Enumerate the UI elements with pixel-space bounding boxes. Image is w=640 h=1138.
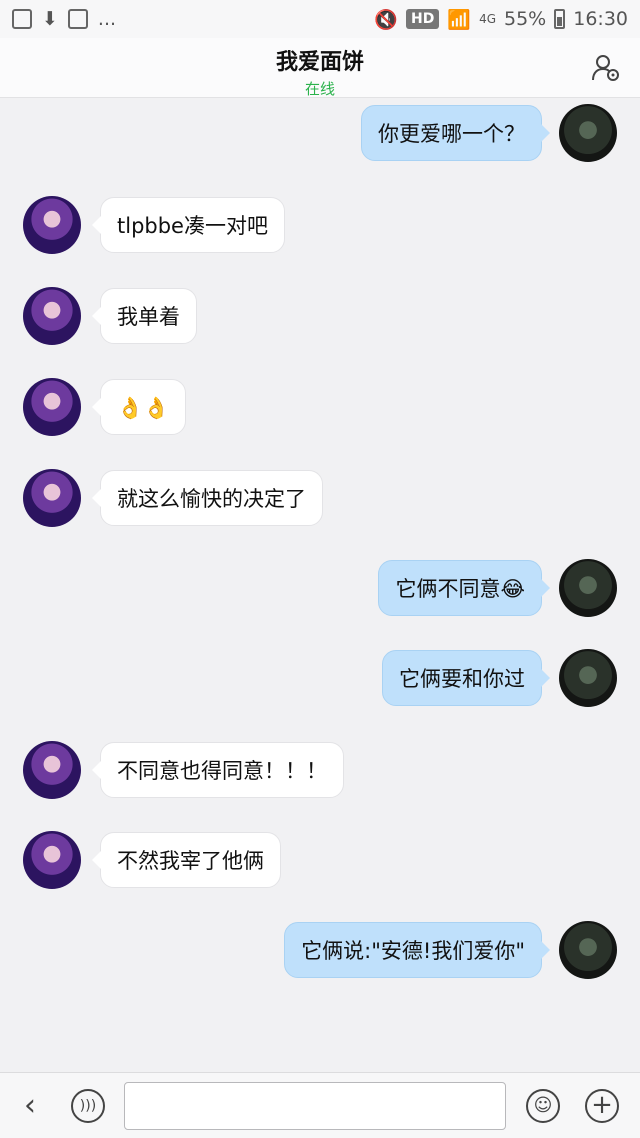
network-type: 4G: [479, 12, 496, 26]
input-bar: ‹ ))) ☺ +: [0, 1072, 640, 1138]
message-row: 不同意也得同意！！！: [0, 741, 640, 799]
download-notification-icon: ⬇: [42, 8, 58, 30]
wifi-icon: 📶: [447, 8, 472, 31]
emoji-icon[interactable]: ☺: [526, 1089, 560, 1123]
my-avatar[interactable]: [559, 104, 617, 162]
incoming-message-bubble[interactable]: 👌👌: [91, 379, 187, 435]
outgoing-message-bubble[interactable]: 它俩不同意😂: [378, 560, 550, 616]
incoming-message-bubble[interactable]: 不然我宰了他俩: [92, 832, 281, 888]
message-row: 它俩不同意😂: [0, 559, 640, 617]
contact-profile-icon[interactable]: [590, 52, 622, 84]
message-row: 它俩要和你过: [0, 649, 640, 707]
message-row: 它俩说:"安德!我们爱你": [0, 921, 640, 979]
battery-icon: [554, 9, 566, 29]
contact-avatar[interactable]: [23, 196, 81, 254]
incoming-message-bubble[interactable]: tlpbbe凑一对吧: [92, 197, 285, 253]
mute-icon: 🔇: [374, 8, 399, 31]
incoming-message-bubble[interactable]: 不同意也得同意！！！: [92, 742, 344, 798]
contact-name: 我爱面饼: [275, 50, 364, 75]
message-row: 我单着: [0, 287, 640, 345]
chat-header: 我爱面饼 在线: [0, 38, 640, 98]
incoming-message-bubble[interactable]: 我单着: [92, 288, 197, 344]
hd-badge: HD: [406, 9, 440, 29]
message-row: 不然我宰了他俩: [0, 831, 640, 889]
back-icon[interactable]: ‹: [24, 1091, 52, 1121]
app-notification-icon: [67, 9, 88, 29]
contact-avatar[interactable]: [23, 741, 81, 799]
contact-avatar[interactable]: [23, 469, 81, 527]
contact-avatar[interactable]: [23, 287, 81, 345]
outgoing-message-bubble[interactable]: 它俩说:"安德!我们爱你": [284, 922, 550, 978]
message-input[interactable]: [124, 1082, 506, 1130]
contact-avatar[interactable]: [23, 831, 81, 889]
outgoing-message-bubble[interactable]: 它俩要和你过: [382, 650, 550, 706]
my-avatar[interactable]: [559, 559, 617, 617]
my-avatar[interactable]: [559, 649, 617, 707]
outgoing-message-bubble[interactable]: 你更爱哪一个？: [361, 105, 550, 161]
message-row: 你更爱哪一个？: [0, 104, 640, 162]
battery-percent: 55%: [504, 8, 547, 30]
clock: 16:30: [573, 8, 628, 30]
contact-avatar[interactable]: [23, 378, 81, 436]
incoming-message-bubble[interactable]: 就这么愉快的决定了: [92, 470, 323, 526]
message-row: 👌👌: [0, 378, 640, 436]
gallery-notification-icon: [12, 9, 32, 29]
message-row: 就这么愉快的决定了: [0, 469, 640, 527]
status-bar: ⬇ ... 🔇 HD 📶 4G 55% 16:30: [0, 0, 640, 38]
plus-icon[interactable]: +: [585, 1089, 619, 1123]
message-row: tlpbbe凑一对吧: [0, 196, 640, 254]
my-avatar[interactable]: [559, 921, 617, 979]
more-notifications-indicator: ...: [97, 8, 117, 30]
online-status: 在线: [304, 80, 335, 98]
voice-icon[interactable]: ))): [71, 1089, 105, 1123]
